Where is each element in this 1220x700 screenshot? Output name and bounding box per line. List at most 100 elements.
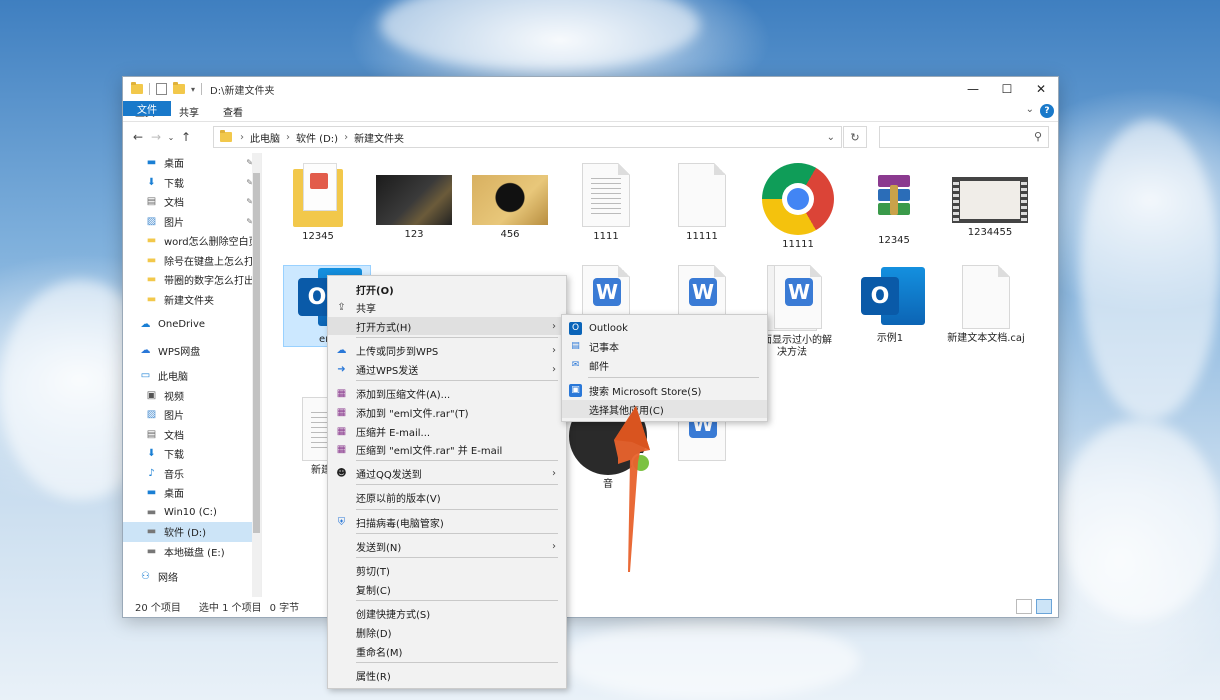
nav-item[interactable]: ♪ 音乐 — [123, 464, 261, 484]
context-menu-item[interactable]: ▦ 压缩到 "eml文件.rar" 并 E-mail — [328, 440, 566, 458]
open-with-item[interactable]: ▤ 记事本 — [562, 337, 767, 355]
submenu-chevron-icon: › — [552, 540, 556, 552]
document-icon: ▤ — [146, 196, 157, 208]
breadcrumb-drive-d[interactable]: 软件 (D:) — [296, 130, 338, 145]
menu-item-label: 压缩并 E-mail... — [356, 427, 431, 439]
nav-item[interactable]: ▬ 软件 (D:) — [123, 522, 261, 542]
details-view-icon[interactable] — [1016, 599, 1032, 614]
nav-item-label: 图片 — [164, 411, 184, 423]
breadcrumb-new-folder[interactable]: 新建文件夹 — [354, 130, 404, 145]
nav-item[interactable]: ▬ 本地磁盘 (E:) — [123, 542, 261, 562]
nav-item[interactable]: ▨ 图片 — [123, 405, 261, 425]
nav-item[interactable]: ▬ word怎么删除空白页 — [123, 231, 261, 251]
folder-icon — [220, 130, 232, 142]
network-icon: ⚇ — [141, 571, 150, 583]
nav-item[interactable]: ▬ 带圈的数字怎么打出来 — [123, 270, 261, 290]
scrollbar-thumb[interactable] — [253, 173, 260, 533]
context-menu-item[interactable]: 打开方式(H) › — [328, 317, 566, 335]
up-button[interactable]: ↑ — [177, 130, 195, 144]
nav-item-label: 下载 — [164, 450, 184, 462]
minimize-button[interactable]: — — [956, 77, 990, 101]
nav-item[interactable]: ▣ 视频 — [123, 386, 261, 406]
tab-share[interactable]: 共享 — [167, 101, 211, 121]
customize-toolbar-icon[interactable]: ▾ — [191, 85, 195, 94]
drive-icon: ▬ — [146, 506, 157, 518]
expand-ribbon-icon[interactable]: ⌄ — [1026, 104, 1034, 115]
menu-separator — [356, 484, 558, 485]
file-item[interactable]: 1234455 — [947, 163, 1033, 239]
context-menu-item[interactable]: ☁ 上传或同步到WPS › — [328, 341, 566, 359]
nav-item-label: 桌面 — [164, 159, 184, 171]
drive-icon: ▬ — [146, 526, 157, 538]
nav-item[interactable]: ▬ 桌面 ✎ — [123, 153, 261, 173]
file-item[interactable]: 123 — [371, 163, 457, 241]
close-button[interactable]: ✕ — [1024, 77, 1058, 101]
refresh-button[interactable]: ↻ — [843, 126, 867, 148]
properties-icon[interactable] — [156, 83, 167, 95]
context-menu-item[interactable]: ➜ 通过WPS发送 › — [328, 360, 566, 378]
context-menu-item[interactable]: 创建快捷方式(S) — [328, 604, 566, 622]
nav-item[interactable]: ▤ 文档 ✎ — [123, 192, 261, 212]
nav-item[interactable]: ▬ 新建文件夹 — [123, 290, 261, 310]
new-folder-icon[interactable] — [173, 82, 185, 94]
context-menu-item[interactable]: 打开(O) — [328, 280, 566, 298]
folder-thumbnail — [275, 163, 361, 227]
breadcrumb-this-pc[interactable]: 此电脑 — [250, 130, 280, 145]
context-menu-item[interactable]: 发送到(N) › — [328, 537, 566, 555]
nav-item[interactable]: ⬇ 下载 ✎ — [123, 173, 261, 193]
nav-item[interactable]: ⚇ 网络 — [123, 567, 261, 587]
nav-scrollbar[interactable] — [252, 153, 261, 597]
file-item[interactable]: 11111 — [755, 163, 841, 251]
file-item[interactable]: 456 — [467, 163, 553, 241]
file-name: 1234455 — [967, 227, 1013, 238]
context-menu-item[interactable]: 还原以前的版本(V) — [328, 488, 566, 506]
desktop-icon: ▬ — [146, 157, 157, 169]
file-item[interactable]: 1111 — [563, 163, 649, 243]
context-menu-item[interactable]: 删除(D) — [328, 623, 566, 641]
menu-item-label: 搜索 Microsoft Store(S) — [589, 386, 702, 398]
context-menu-item[interactable]: ⇪ 共享 — [328, 298, 566, 316]
context-menu-item[interactable]: ⛨ 扫描病毒(电脑管家) — [328, 513, 566, 531]
context-menu-item[interactable]: ▦ 添加到 "eml文件.rar"(T) — [328, 403, 566, 421]
context-menu-item[interactable]: ▦ 添加到压缩文件(A)... — [328, 384, 566, 402]
tab-file[interactable]: 文件 — [123, 101, 171, 116]
open-with-item[interactable]: 选择其他应用(C) — [562, 400, 767, 418]
open-with-item[interactable]: ▣ 搜索 Microsoft Store(S) — [562, 381, 767, 399]
nav-item[interactable]: ▬ 桌面 — [123, 483, 261, 503]
context-menu-item[interactable]: ☻ 通过QQ发送到 › — [328, 464, 566, 482]
search-input[interactable]: ⚲ — [879, 126, 1049, 148]
file-item[interactable]: 12345 — [275, 163, 361, 243]
menu-item-label: 记事本 — [589, 342, 619, 354]
nav-item[interactable]: ▨ 图片 ✎ — [123, 212, 261, 232]
file-name: 1111 — [593, 231, 619, 242]
address-bar[interactable]: › 此电脑 › 软件 (D:) › 新建文件夹 ⌄ — [213, 126, 842, 148]
nav-item[interactable]: ☁ WPS网盘 — [123, 341, 261, 361]
back-button[interactable]: ← — [129, 130, 147, 144]
tab-view[interactable]: 查看 — [211, 101, 255, 121]
nav-item[interactable]: ▬ 除号在键盘上怎么打出 — [123, 251, 261, 271]
open-with-item[interactable]: ✉ 邮件 — [562, 356, 767, 374]
nav-item[interactable]: ⬇ 下载 — [123, 444, 261, 464]
recent-locations-icon[interactable]: ⌄ — [165, 133, 177, 142]
nav-item[interactable]: ☁ OneDrive — [123, 315, 261, 335]
maximize-button[interactable]: ☐ — [990, 77, 1024, 101]
open-with-item[interactable]: O Outlook — [562, 319, 767, 337]
context-menu-item[interactable]: 剪切(T) — [328, 561, 566, 579]
file-item[interactable]: 12345 — [851, 163, 937, 247]
context-menu-item[interactable]: 属性(R) — [328, 666, 566, 684]
large-icons-view-icon[interactable] — [1036, 599, 1052, 614]
forward-button[interactable]: → — [147, 130, 165, 144]
context-menu-item[interactable]: 复制(C) — [328, 580, 566, 598]
file-item[interactable]: O 示例1 — [847, 265, 933, 345]
context-menu-item[interactable]: 重命名(M) — [328, 642, 566, 660]
help-icon[interactable]: ? — [1040, 104, 1054, 118]
address-dropdown-icon[interactable]: ⌄ — [827, 132, 835, 143]
file-item[interactable]: 新建文本文档.caj — [943, 265, 1029, 345]
nav-item[interactable]: ▭ 此电脑 — [123, 366, 261, 386]
file-item[interactable]: 11111 — [659, 163, 745, 243]
file-name: 11111 — [782, 239, 814, 250]
context-menu-item[interactable]: ▦ 压缩并 E-mail... — [328, 422, 566, 440]
nav-item[interactable]: ▤ 文档 — [123, 425, 261, 445]
qq-icon: ☻ — [336, 467, 347, 479]
nav-item[interactable]: ▬ Win10 (C:) — [123, 503, 261, 523]
